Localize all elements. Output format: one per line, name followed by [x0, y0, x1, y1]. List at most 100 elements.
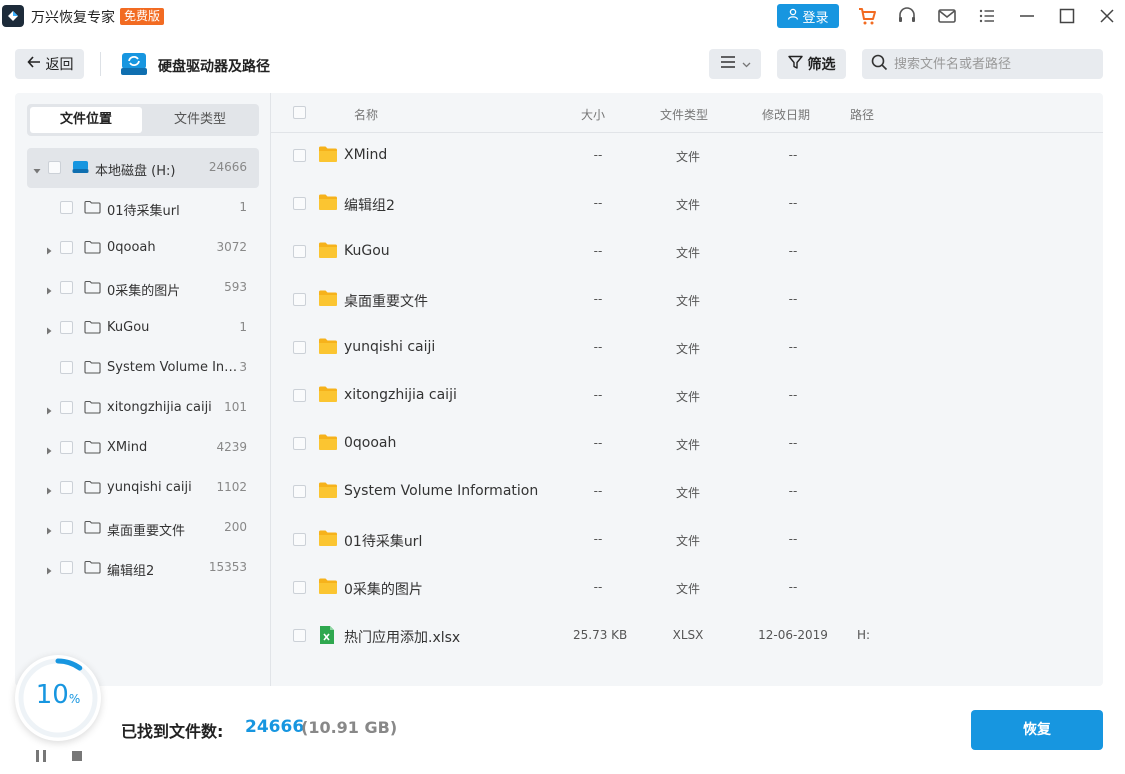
row-checkbox[interactable]: [293, 197, 306, 210]
tree-checkbox[interactable]: [60, 441, 73, 454]
back-button[interactable]: 返回: [15, 49, 84, 79]
minimize-icon[interactable]: [1016, 5, 1038, 27]
tree-checkbox[interactable]: [60, 361, 73, 374]
login-label: 登录: [802, 10, 829, 26]
caret-right-icon[interactable]: [45, 324, 53, 335]
view-mode-button[interactable]: [709, 49, 761, 79]
caret-right-icon[interactable]: [45, 404, 53, 415]
caret-right-icon[interactable]: [45, 564, 53, 575]
folder-icon: [318, 385, 338, 407]
cart-icon[interactable]: [856, 5, 878, 27]
file-type: XLSX: [672, 628, 704, 642]
caret-right-icon[interactable]: [45, 244, 53, 255]
row-checkbox[interactable]: [293, 437, 306, 450]
tree-item-count: 3: [239, 360, 247, 374]
caret-right-icon[interactable]: [45, 524, 53, 535]
filter-button[interactable]: 筛选: [777, 49, 846, 79]
login-button[interactable]: 登录: [777, 4, 839, 28]
tree-item[interactable]: System Volume Infor... 3: [27, 348, 259, 388]
table-row[interactable]: KuGou -- 文件 --: [271, 228, 1103, 276]
maximize-icon[interactable]: [1056, 5, 1078, 27]
folder-outline-icon: [84, 440, 101, 458]
tree-item[interactable]: 0qooah 3072: [27, 228, 259, 268]
file-name: yunqishi caiji: [344, 339, 436, 355]
tree-item[interactable]: KuGou 1: [27, 308, 259, 348]
search-icon: [871, 54, 888, 75]
headset-icon[interactable]: [896, 5, 918, 27]
file-modified-date: 12-06-2019: [758, 628, 828, 642]
table-row[interactable]: 热门应用添加.xlsx 25.73 KB XLSX 12-06-2019 H:: [271, 612, 1103, 660]
files-found-size: (10.91 GB): [301, 718, 398, 737]
table-row[interactable]: yunqishi caiji -- 文件 --: [271, 324, 1103, 372]
caret-right-icon[interactable]: [45, 484, 53, 495]
tree-checkbox[interactable]: [60, 201, 73, 214]
select-all-checkbox[interactable]: [293, 106, 306, 119]
tree-checkbox[interactable]: [60, 401, 73, 414]
table-row[interactable]: xitongzhijia caiji -- 文件 --: [271, 372, 1103, 420]
file-type: 文件: [675, 198, 700, 212]
caret-right-icon[interactable]: [45, 284, 53, 295]
tab-file-location[interactable]: 文件位置: [30, 107, 142, 133]
tree-checkbox[interactable]: [60, 521, 73, 534]
column-header-path[interactable]: 路径: [850, 106, 874, 123]
tab-file-type[interactable]: 文件类型: [144, 107, 256, 133]
row-checkbox[interactable]: [293, 293, 306, 306]
tree-item[interactable]: XMind 4239: [27, 428, 259, 468]
close-icon[interactable]: [1096, 5, 1118, 27]
tree-checkbox[interactable]: [60, 241, 73, 254]
progress-unit: %: [68, 692, 81, 706]
row-checkbox[interactable]: [293, 485, 306, 498]
row-checkbox[interactable]: [293, 341, 306, 354]
row-checkbox[interactable]: [293, 581, 306, 594]
recover-button[interactable]: 恢复: [971, 710, 1103, 750]
column-header-size[interactable]: 大小: [581, 106, 605, 123]
table-row[interactable]: 01待采集url -- 文件 --: [271, 516, 1103, 564]
tree-item[interactable]: yunqishi caiji 1102: [27, 468, 259, 508]
tree-checkbox[interactable]: [60, 481, 73, 494]
file-modified-date: --: [788, 532, 798, 546]
tree-root-drive[interactable]: 本地磁盘 (H:) 24666: [27, 148, 259, 188]
user-icon: [787, 8, 799, 24]
tree-item[interactable]: xitongzhijia caiji 101: [27, 388, 259, 428]
file-modified-date: --: [788, 436, 798, 450]
tree-item[interactable]: 桌面重要文件 200: [27, 508, 259, 548]
caret-expanded-icon[interactable]: [33, 164, 41, 174]
table-row[interactable]: 桌面重要文件 -- 文件 --: [271, 276, 1103, 324]
search-box[interactable]: [862, 49, 1103, 79]
file-size: --: [593, 340, 603, 354]
menu-list-icon[interactable]: [976, 5, 998, 27]
table-row[interactable]: System Volume Information -- 文件 --: [271, 468, 1103, 516]
search-input[interactable]: [894, 56, 1094, 72]
file-size: --: [593, 196, 603, 210]
row-checkbox[interactable]: [293, 149, 306, 162]
tree-checkbox[interactable]: [60, 321, 73, 334]
mail-icon[interactable]: [936, 5, 958, 27]
tree-item-label: 0采集的图片: [107, 284, 181, 299]
tree-item[interactable]: 0采集的图片 593: [27, 268, 259, 308]
column-header-type[interactable]: 文件类型: [660, 106, 708, 123]
column-header-name[interactable]: 名称: [354, 106, 378, 123]
folder-outline-icon: [84, 520, 101, 538]
table-row[interactable]: 0qooah -- 文件 --: [271, 420, 1103, 468]
row-checkbox[interactable]: [293, 389, 306, 402]
row-checkbox[interactable]: [293, 245, 306, 258]
tree-item-count: 593: [224, 280, 247, 294]
page-title: 硬盘驱动器及路径: [158, 59, 270, 75]
table-row[interactable]: 0采集的图片 -- 文件 --: [271, 564, 1103, 612]
column-header-date[interactable]: 修改日期: [762, 106, 810, 123]
tree-checkbox[interactable]: [48, 161, 61, 174]
folder-outline-icon: [84, 280, 101, 298]
table-row[interactable]: XMind -- 文件 --: [271, 132, 1103, 180]
tree-item[interactable]: 01待采集url 1: [27, 188, 259, 228]
caret-right-icon[interactable]: [45, 444, 53, 455]
row-checkbox[interactable]: [293, 629, 306, 642]
table-header: 名称 大小 文件类型 修改日期 路径: [271, 93, 1103, 133]
row-checkbox[interactable]: [293, 533, 306, 546]
tree-item[interactable]: 编辑组2 15353: [27, 548, 259, 588]
folder-icon: [318, 577, 338, 599]
tree-checkbox[interactable]: [60, 561, 73, 574]
table-row[interactable]: 编辑组2 -- 文件 --: [271, 180, 1103, 228]
tree-checkbox[interactable]: [60, 281, 73, 294]
stop-icon[interactable]: [70, 749, 84, 763]
pause-icon[interactable]: [34, 749, 48, 763]
